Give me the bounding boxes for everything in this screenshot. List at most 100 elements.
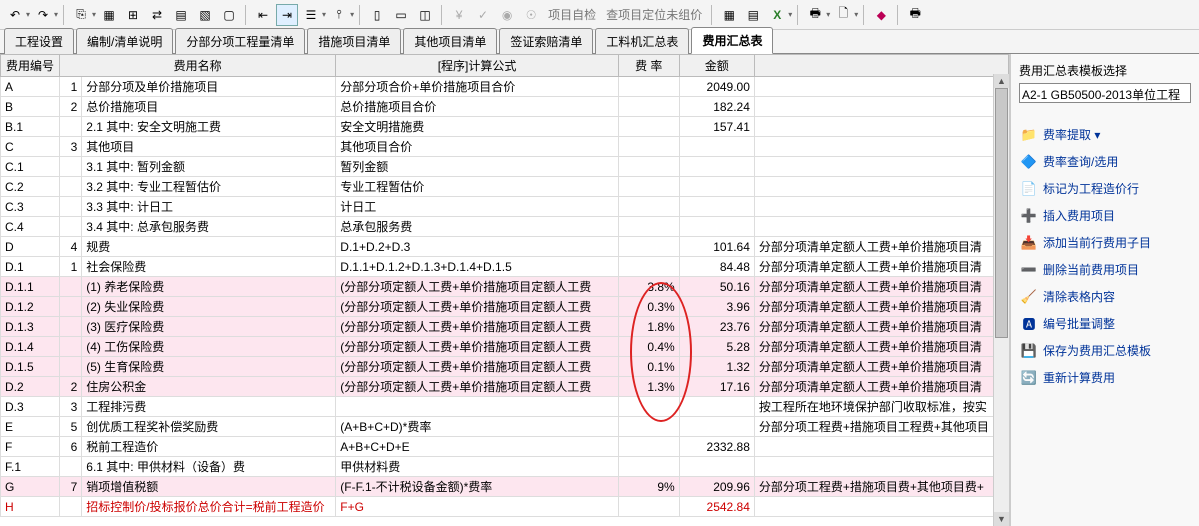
side-action-6[interactable]: 🧹 清除表格内容 [1019,283,1191,310]
locate-btn[interactable]: 查项目定位未组价 [602,6,706,23]
layout2-icon[interactable]: ▭ [390,4,412,26]
table-row[interactable]: D.11社会保险费D.1.1+D.1.2+D.1.3+D.1.4+D.1.584… [1,257,1009,277]
tab-6[interactable]: 工料机汇总表 [595,28,689,54]
tab-4[interactable]: 其他项目清单 [403,28,497,54]
tab-0[interactable]: 工程设置 [4,28,74,54]
table-row[interactable]: E5创优质工程奖补偿奖励费(A+B+C+D)*费率分部分项工程费+措施项目工程费… [1,417,1009,437]
table-row[interactable]: C.23.2 其中: 专业工程暂估价专业工程暂估价 [1,177,1009,197]
print-icon[interactable]: 🖶 [804,4,826,26]
redo-icon[interactable]: ↷ [32,4,54,26]
tab-3[interactable]: 措施项目清单 [307,28,401,54]
action-icon: 📁 [1021,127,1037,143]
header-remark[interactable] [754,55,1008,77]
action-icon: 🧹 [1021,289,1037,305]
table-row[interactable]: D.1.5(5) 生育保险费(分部分项定额人工费+单价措施项目定额人工费0.1%… [1,357,1009,377]
table-row[interactable]: D.1.2(2) 失业保险费(分部分项定额人工费+单价措施项目定额人工费0.3%… [1,297,1009,317]
tab-bar: 工程设置编制/清单说明分部分项工程量清单措施项目清单其他项目清单签证索赔清单工料… [0,30,1199,54]
fee-summary-table[interactable]: 费用编号 费用名称 [程序]计算公式 费 率 金额 A1分部分项及单价措施项目分… [0,54,1009,517]
swap-icon[interactable]: ⇄ [146,4,168,26]
panel1-icon[interactable]: ▦ [718,4,740,26]
tab-2[interactable]: 分部分项工程量清单 [175,28,305,54]
side-action-7[interactable]: 🅰 编号批量调整 [1019,310,1191,337]
table-row[interactable]: B.12.1 其中: 安全文明施工费安全文明措施费157.41 [1,117,1009,137]
table-row[interactable]: B2总价措施项目总价措施项目合价182.24 [1,97,1009,117]
calc-icon[interactable]: ▦ [98,4,120,26]
table-row[interactable]: F6税前工程造价A+B+C+D+E2332.88 [1,437,1009,457]
action-icon: ➖ [1021,262,1037,278]
layout1-icon[interactable]: ▯ [366,4,388,26]
side-panel: 费用汇总表模板选择 A2-1 GB50500-2013单位工程 📁费率提取 ▾🔷… [1010,54,1199,526]
indent-right-icon[interactable]: ⇥ [276,4,298,26]
table-row[interactable]: C.13.1 其中: 暂列金额暂列金额 [1,157,1009,177]
action-icon: 🔷 [1021,154,1037,170]
table-row[interactable]: F.16.1 其中: 甲供材料（设备）费甲供材料费 [1,457,1009,477]
scroll-down-icon[interactable]: ▼ [994,512,1009,526]
tab-7[interactable]: 费用汇总表 [691,27,773,54]
help-icon[interactable]: ◆ [870,4,892,26]
side-action-1[interactable]: 🔷 费率查询/选用 [1019,148,1191,175]
action-icon: 📥 [1021,235,1037,251]
action-label: 费率查询/选用 [1043,153,1118,170]
tool-icon[interactable]: ⎘ [70,4,92,26]
action-icon: ➕ [1021,208,1037,224]
side-action-0[interactable]: 📁费率提取 ▾ [1019,121,1191,148]
action-icon: 📄 [1021,181,1037,197]
action-label: 保存为费用汇总模板 [1043,342,1151,359]
main-toolbar: ↶▾ ↷▾ ⎘▾ ▦ ⊞ ⇄ ▤ ▧ ▢ ⇤ ⇥ ☰▾ ⫯▾ ▯ ▭ ◫ ¥ ✓… [0,0,1199,30]
header-name[interactable]: 费用名称 [59,55,335,77]
table-row[interactable]: D.1.3(3) 医疗保险费(分部分项定额人工费+单价措施项目定额人工费1.8%… [1,317,1009,337]
search-icon[interactable]: ☉ [520,4,542,26]
side-action-5[interactable]: ➖ 删除当前费用项目 [1019,256,1191,283]
tab-5[interactable]: 签证索赔清单 [499,28,593,54]
table-row[interactable]: A1分部分项及单价措施项目分部分项合价+单价措施项目合价2049.00 [1,77,1009,97]
table-row[interactable]: D.1.4(4) 工伤保险费(分部分项定额人工费+单价措施项目定额人工费0.4%… [1,337,1009,357]
indent-left-icon[interactable]: ⇤ [252,4,274,26]
action-label: 删除当前费用项目 [1043,261,1139,278]
grid-icon[interactable]: ⊞ [122,4,144,26]
action-icon: 🅰 [1021,316,1037,332]
table-row[interactable]: G7销项增值税额(F-F.1-不计税设备金额)*费率9%209.96分部分项工程… [1,477,1009,497]
cost-icon[interactable]: ¥ [448,4,470,26]
header-rate[interactable]: 费 率 [618,55,679,77]
side-action-4[interactable]: 📥 添加当前行费用子目 [1019,229,1191,256]
project-check-btn[interactable]: 项目自检 [544,6,600,23]
side-action-9[interactable]: 🔄重新计算费用 [1019,364,1191,391]
table-row[interactable]: C.43.4 其中: 总承包服务费总承包服务费 [1,217,1009,237]
filter-icon[interactable]: ⫯ [328,4,350,26]
side-action-2[interactable]: 📄标记为工程造价行 [1019,175,1191,202]
sheet-icon[interactable]: ▤ [170,4,192,26]
page-icon[interactable]: ▢ [218,4,240,26]
excel-icon[interactable]: X [766,4,788,26]
header-amount[interactable]: 金额 [679,55,754,77]
action-label: 添加当前行费用子目 [1043,234,1151,251]
undo-icon[interactable]: ↶ [4,4,26,26]
scroll-up-icon[interactable]: ▲ [994,74,1009,88]
table-row[interactable]: C.33.3 其中: 计日工计日工 [1,197,1009,217]
table-row[interactable]: D.22住房公积金(分部分项定额人工费+单价措施项目定额人工费1.3%17.16… [1,377,1009,397]
printer-icon[interactable]: 🖶 [904,4,926,26]
side-action-3[interactable]: ➕插入费用项目 [1019,202,1191,229]
action-label: 编号批量调整 [1043,315,1115,332]
mark-icon[interactable]: ◉ [496,4,518,26]
table-row[interactable]: D4规费D.1+D.2+D.3101.64分部分项清单定额人工费+单价措施项目清 [1,237,1009,257]
template-select[interactable]: A2-1 GB50500-2013单位工程 [1019,83,1191,103]
table-row[interactable]: D.1.1(1) 养老保险费(分部分项定额人工费+单价措施项目定额人工费3.8%… [1,277,1009,297]
layout3-icon[interactable]: ◫ [414,4,436,26]
preview-icon[interactable]: 🗋 [832,4,854,26]
template-select-label: 费用汇总表模板选择 [1019,62,1191,79]
table-row[interactable]: H招标控制价/投标报价总价合计=税前工程造价F+G2542.84 [1,497,1009,517]
header-formula[interactable]: [程序]计算公式 [336,55,618,77]
header-code[interactable]: 费用编号 [1,55,60,77]
table-row[interactable]: D.33工程排污费按工程所在地环境保护部门收取标准，按实 [1,397,1009,417]
panel2-icon[interactable]: ▤ [742,4,764,26]
side-action-8[interactable]: 💾保存为费用汇总模板 [1019,337,1191,364]
table-row[interactable]: C3其他项目其他项目合价 [1,137,1009,157]
check-icon[interactable]: ✓ [472,4,494,26]
doc-icon[interactable]: ▧ [194,4,216,26]
tab-1[interactable]: 编制/清单说明 [76,28,173,54]
action-label: 重新计算费用 [1043,369,1115,386]
scroll-thumb[interactable] [995,88,1008,338]
vertical-scrollbar[interactable]: ▲ ▼ [993,74,1009,526]
action-label: 清除表格内容 [1043,288,1115,305]
list-icon[interactable]: ☰ [300,4,322,26]
